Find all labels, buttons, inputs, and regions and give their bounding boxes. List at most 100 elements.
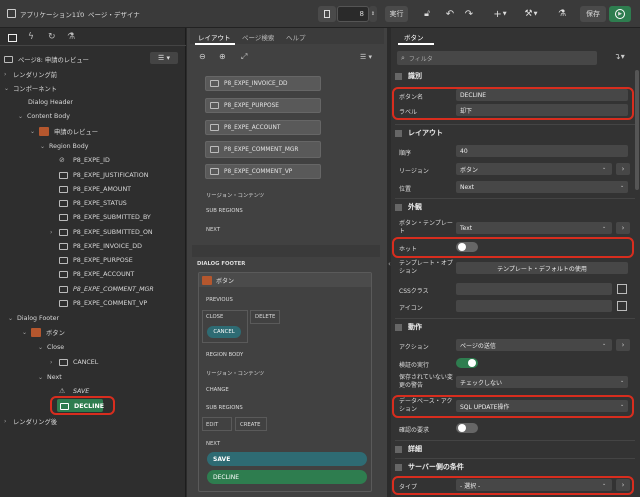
utilities-wrench-icon[interactable]: ⚒ ▼ (520, 6, 542, 22)
region-content-label: リージョン・コンテンツ (206, 193, 265, 199)
tree-page-root[interactable]: ページ8: 申請のレビュー (4, 52, 89, 66)
text-item-icon (59, 256, 68, 264)
label-field[interactable]: 却下 (456, 104, 628, 116)
css-classes-field[interactable] (456, 283, 612, 295)
action-select[interactable]: ページの送信 (456, 339, 612, 351)
unsaved-warning-select[interactable]: チェックしない (456, 376, 628, 388)
layout-item-comment-vp[interactable]: P8_EXPE_COMMENT_VP (205, 164, 321, 179)
tree-item-p8-expe-invoice-dd[interactable]: P8_EXPE_INVOICE_DD (59, 239, 142, 253)
run-button[interactable]: 実行 (385, 6, 408, 22)
icon-picker-button[interactable] (617, 301, 627, 311)
redo-icon[interactable]: ↷ (462, 6, 476, 22)
tree-item-p8-expe-amount[interactable]: P8_EXPE_AMOUNT (59, 182, 131, 196)
section-advanced[interactable]: 詳細 (395, 443, 635, 455)
layout-item-purpose[interactable]: P8_EXPE_PURPOSE (205, 98, 321, 113)
section-layout[interactable]: レイアウト (395, 127, 635, 139)
save-button[interactable]: 保存 (580, 6, 606, 22)
page-number-field[interactable]: 8 (337, 6, 369, 22)
tree-rendering-before[interactable]: › レンダリング前 (4, 67, 57, 81)
zoom-in-icon[interactable]: ⊕ (219, 52, 226, 61)
button-name-field[interactable]: DECLINE (456, 89, 628, 101)
tree-dialog-footer[interactable]: ⌄ Dialog Footer (8, 311, 59, 325)
tab-help[interactable]: ヘルプ (286, 32, 306, 42)
layout-item-invoice-dd[interactable]: P8_EXPE_INVOICE_DD (205, 76, 321, 91)
tree-item-p8-expe-id[interactable]: ⊘ P8_EXPE_ID (59, 153, 110, 167)
tree-region-body[interactable]: ⌄ Region Body (40, 139, 88, 153)
layout-item-comment-mgr[interactable]: P8_EXPE_COMMENT_MGR (205, 141, 321, 158)
rendering-tab-icon[interactable] (8, 34, 17, 42)
tree-item-p8-expe-account[interactable]: P8_EXPE_ACCOUNT (59, 267, 134, 281)
layout-decline-button[interactable]: DECLINE (207, 470, 367, 484)
chevron-down-icon: ⌄ (22, 328, 28, 336)
properties-tab[interactable]: ボタン (404, 32, 424, 42)
tree-button-decline[interactable]: DECLINE (60, 399, 104, 413)
zoom-out-icon[interactable]: ⊖ (199, 52, 206, 61)
template-goto-button[interactable]: › (616, 222, 630, 234)
condition-type-select[interactable]: - 選択 - (456, 479, 612, 491)
shared-components-tab-icon[interactable]: ⚗ (67, 32, 75, 42)
region-goto-button[interactable]: › (616, 163, 630, 175)
textarea-item-icon (210, 146, 219, 153)
filter-input[interactable]: ⌕ フィルタ (397, 51, 597, 65)
section-appearance[interactable]: 外観 (395, 201, 635, 213)
app-icon[interactable] (7, 9, 16, 18)
template-options-button[interactable]: テンプレート・デフォルトの使用 (456, 262, 628, 274)
tree-item-p8-expe-purpose[interactable]: P8_EXPE_PURPOSE (59, 253, 133, 267)
hot-toggle[interactable] (456, 242, 478, 252)
tree-item-p8-expe-status[interactable]: P8_EXPE_STATUS (59, 196, 127, 210)
css-classes-list-button[interactable] (617, 284, 627, 294)
undo-icon[interactable]: ↶ (443, 6, 457, 22)
add-button[interactable]: + ▼ (490, 6, 510, 22)
dynamic-actions-tab-icon[interactable]: ϟ (28, 32, 34, 42)
position-select-chevron-icon: ⌄ (620, 183, 625, 189)
tree-item-p8-expe-comment-vp[interactable]: P8_EXPE_COMMENT_VP (59, 296, 147, 310)
lock-icon[interactable]: 🔓︎ (420, 6, 434, 22)
processing-tab-icon[interactable]: ↻ (48, 32, 56, 42)
section-title: 識別 (408, 72, 422, 80)
tree-item-p8-expe-comment-mgr[interactable]: P8_EXPE_COMMENT_MGR (59, 282, 154, 296)
db-action-select[interactable]: SQL UPDATE操作 (456, 400, 628, 412)
layout-menu-button[interactable]: ☰ ▾ (360, 53, 372, 61)
layout-cancel-button[interactable]: CANCEL (207, 326, 241, 338)
confirm-toggle[interactable] (456, 423, 478, 433)
section-behavior[interactable]: 動作 (395, 321, 635, 333)
tree-item-p8-expe-submitted-on[interactable]: › P8_EXPE_SUBMITTED_ON (50, 225, 153, 239)
save-and-run-button[interactable]: ▶ (609, 6, 631, 22)
tree-button-cancel[interactable]: › CANCEL (50, 355, 98, 369)
tree-menu-button[interactable]: ☰ ▾ (150, 52, 178, 64)
section-server-condition[interactable]: サーバー側の条件 (395, 461, 635, 473)
page-icon-button[interactable] (318, 6, 336, 22)
tree-button-save[interactable]: ⚠︎ SAVE (59, 384, 89, 398)
action-goto-button[interactable]: › (616, 339, 630, 351)
layout-save-button[interactable]: SAVE (207, 452, 367, 466)
tree-components[interactable]: ⌄ コンポーネント (4, 81, 57, 95)
tree-content-body[interactable]: ⌄ Content Body (18, 109, 70, 123)
shared-components-icon[interactable]: ⚗ (555, 6, 569, 22)
layout-item-account[interactable]: P8_EXPE_ACCOUNT (205, 120, 321, 135)
splitter-handle[interactable]: ‹ (388, 260, 391, 268)
icon-field[interactable] (456, 300, 612, 312)
condition-type-goto-button[interactable]: › (616, 479, 630, 491)
tree-next-position[interactable]: ⌄ Next (38, 370, 62, 384)
tab-page-search[interactable]: ページ検索 (242, 32, 274, 42)
tree-item-p8-expe-submitted-by[interactable]: P8_EXPE_SUBMITTED_BY (59, 210, 151, 224)
tree-rendering-after[interactable]: › レンダリング後 (4, 414, 57, 428)
tree-close-position[interactable]: ⌄ Close (38, 340, 64, 354)
breadcrumb-app[interactable]: アプリケーション110 (20, 9, 84, 19)
buttons-region-header[interactable]: ボタン (199, 273, 371, 287)
sequence-field[interactable]: 40 (456, 145, 628, 157)
tab-layout[interactable]: レイアウト (198, 32, 231, 42)
section-identification[interactable]: 識別 (395, 70, 635, 82)
expand-icon[interactable]: ⤢ (241, 52, 247, 62)
tree-dialog-header[interactable]: Dialog Header (28, 95, 73, 109)
validate-toggle[interactable] (456, 358, 478, 368)
go-to-group-icon[interactable]: ↴▾ (614, 52, 625, 61)
template-select[interactable]: Text (456, 222, 612, 234)
tree-region-buttons[interactable]: ⌄ ボタン (22, 325, 65, 339)
tree-item-p8-expe-justification[interactable]: P8_EXPE_JUSTIFICATION (59, 168, 148, 182)
region-select[interactable]: ボタン (456, 163, 612, 175)
tree-region-review[interactable]: ⌄ 申請のレビュー (30, 124, 98, 138)
properties-scrollbar[interactable] (635, 70, 639, 190)
page-number-stepper[interactable]: ⇕ (369, 6, 377, 22)
position-select[interactable]: Next (456, 181, 628, 193)
